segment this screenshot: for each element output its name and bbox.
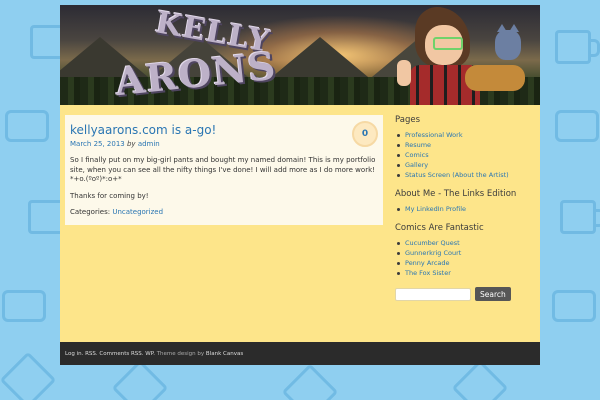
footer-rss-link[interactable]: RSS [85,351,96,357]
about-links-widget: About Me - The Links Edition My LinkedIn… [395,189,535,214]
post-paragraph: Thanks for coming by! [70,191,149,200]
sidebar-link-gallery[interactable]: Gallery [397,160,535,170]
widget-title: About Me - The Links Edition [395,189,517,199]
post-meta: March 25, 2013 by admin [70,140,378,148]
post-title[interactable]: kellyaarons.com is a-go! [70,123,378,137]
logo-line-2: ARONS [113,42,279,105]
sidebar-link-gunnerkrig-court[interactable]: Gunnerkrig Court [397,248,535,258]
post-paragraph: So I finally put on my big-girl pants an… [70,156,376,183]
post-by-label: by [126,140,136,148]
footer-theme-text: Theme design by [156,351,205,357]
post-author[interactable]: admin [138,140,160,148]
search-form: Search [395,287,535,301]
categories-label: Categories: [70,208,111,216]
widget-title: Pages [395,115,421,125]
character-glasses [433,37,463,50]
mug-icon [560,200,600,234]
mug-icon [28,200,73,234]
artist-character-illustration [395,5,535,105]
die-icon [451,359,509,400]
cat-illustration [495,24,521,60]
widget-title: Comics Are Fantastic [395,223,484,233]
sidebar-link-linkedin[interactable]: My LinkedIn Profile [397,204,535,214]
sidebar-link-the-fox-sister[interactable]: The Fox Sister [397,268,535,278]
search-input[interactable] [395,287,471,301]
site-container: KELLY ARONS kellyaarons.com is a-go! Mar… [60,5,540,365]
footer-theme-link[interactable]: Blank Canvas [206,351,243,357]
bedroll [465,65,525,91]
game-console-icon [555,110,599,142]
footer-comments-rss-link[interactable]: Comments RSS [99,351,141,357]
footer-login-link[interactable]: Log in [65,351,82,357]
die-icon [0,351,57,400]
sidebar-link-professional-work[interactable]: Professional Work [397,130,535,140]
die-icon [111,359,169,400]
post-date[interactable]: March 25, 2013 [70,140,125,148]
post-categories: Categories: Uncategorized [70,208,378,218]
category-link[interactable]: Uncategorized [112,208,163,216]
comics-widget: Comics Are Fantastic Cucumber Quest Gunn… [395,223,535,278]
game-console-icon [5,110,49,142]
sidebar: Pages Professional Work Resume Comics Ga… [395,115,535,301]
mug-icon [555,30,600,64]
game-console-icon [552,290,596,322]
game-console-icon [2,290,46,322]
footer-wp-link[interactable]: WP [145,351,153,357]
comment-count-bubble[interactable]: 0 [352,121,378,147]
pages-widget: Pages Professional Work Resume Comics Ga… [395,115,535,180]
thumbs-up-hand [397,60,411,86]
die-icon [281,363,339,400]
site-header-banner[interactable]: KELLY ARONS [60,5,540,105]
sidebar-link-penny-arcade[interactable]: Penny Arcade [397,258,535,268]
sidebar-link-cucumber-quest[interactable]: Cucumber Quest [397,238,535,248]
sidebar-link-comics[interactable]: Comics [397,150,535,160]
sidebar-link-resume[interactable]: Resume [397,140,535,150]
site-logo[interactable]: KELLY ARONS [113,5,365,104]
search-button[interactable]: Search [475,287,511,301]
sidebar-link-status-screen[interactable]: Status Screen (About the Artist) [397,170,535,180]
blog-post: kellyaarons.com is a-go! March 25, 2013 … [65,115,383,225]
site-footer: Log in. RSS. Comments RSS. WP. Theme des… [60,342,540,365]
post-content: So I finally put on my big-girl pants an… [70,156,378,218]
